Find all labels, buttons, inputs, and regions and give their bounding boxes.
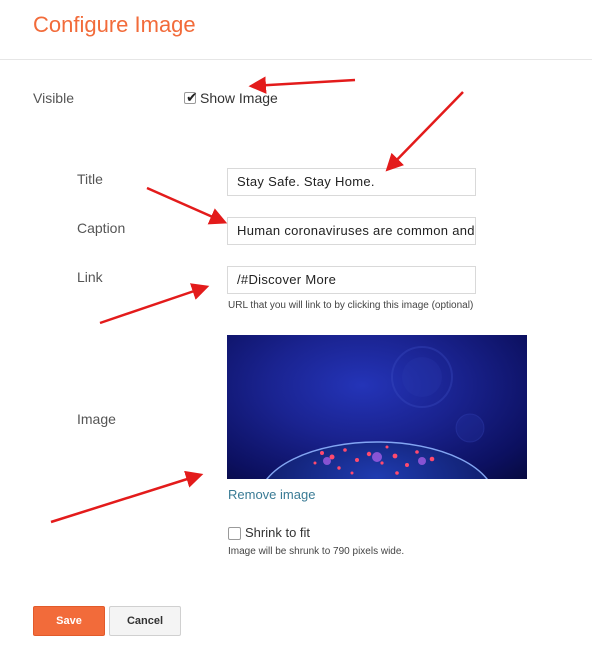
annotation-arrows (50, 76, 464, 524)
arrow-to-show-image (248, 76, 356, 94)
arrow-to-image (50, 470, 204, 524)
arrow-to-link (99, 283, 210, 325)
arrow-to-title (385, 91, 464, 172)
arrow-to-caption (146, 186, 228, 225)
